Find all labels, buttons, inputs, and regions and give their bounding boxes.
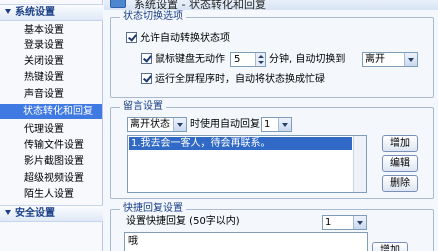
sidebar-group-security-settings[interactable]: 安全设置 bbox=[0, 205, 103, 222]
settings-content: 状态切换选项 允许自动转换状态项 鼠标键盘无动作 5 分钟, 自动切换到 离开 … bbox=[104, 10, 438, 251]
sidebar-item-super-video[interactable]: 超级视频设置 bbox=[0, 171, 102, 186]
idle-status-value: 离开 bbox=[365, 54, 385, 65]
fullscreen-busy-checkbox[interactable] bbox=[141, 73, 152, 84]
auto-switch-option[interactable]: 允许自动转换状态项 bbox=[126, 32, 230, 46]
chevron-down-icon[interactable] bbox=[353, 216, 366, 229]
message-settings-legend: 留言设置 bbox=[120, 101, 166, 113]
spin-down-icon[interactable] bbox=[258, 61, 264, 64]
sidebar-item-proxy[interactable]: 代理设置 bbox=[0, 122, 102, 137]
sidebar-group-label: 安全设置 bbox=[15, 208, 55, 219]
collapse-arrow-icon bbox=[5, 210, 11, 215]
chevron-down-icon[interactable] bbox=[173, 118, 186, 131]
idle-label-before: 鼠标键盘无动作 bbox=[155, 54, 225, 65]
quick-reply-legend: 快捷回复设置 bbox=[120, 203, 186, 215]
fullscreen-busy-option[interactable]: 运行全屏程序时，自动将状态换成忙碌 bbox=[141, 73, 325, 87]
quick-reply-index-select[interactable]: 1 bbox=[322, 215, 367, 230]
idle-minutes-value: 5 bbox=[234, 54, 241, 65]
page-header: 系统设置 - 状态转化和回复 bbox=[104, 0, 438, 10]
idle-switch-option[interactable]: 鼠标键盘无动作 bbox=[141, 53, 225, 67]
message-reply-index-select[interactable]: 1 bbox=[261, 117, 292, 132]
auto-switch-checkbox[interactable] bbox=[126, 32, 137, 43]
idle-status-select[interactable]: 离开 bbox=[362, 52, 418, 67]
sidebar-group-label: 系统设置 bbox=[15, 7, 55, 18]
idle-switch-checkbox[interactable] bbox=[141, 53, 152, 64]
message-status-select[interactable]: 离开状态 bbox=[127, 117, 187, 132]
settings-icon bbox=[110, 0, 126, 8]
auto-switch-label: 允许自动转换状态项 bbox=[140, 33, 230, 44]
message-status-value: 离开状态 bbox=[130, 119, 170, 130]
sidebar-item-status-reply[interactable]: 状态转化和回复 bbox=[0, 104, 102, 119]
settings-sidebar: 系统设置 基本设置 登录设置 关闭设置 热键设置 声音设置 状态转化和回复 代理… bbox=[0, 0, 103, 251]
sidebar-item-stranger[interactable]: 陌生人设置 bbox=[0, 187, 102, 202]
chevron-down-icon[interactable] bbox=[278, 118, 291, 131]
quick-reply-text: 哦 bbox=[128, 236, 138, 247]
quick-reply-index-value: 1 bbox=[325, 217, 332, 228]
sidebar-group-system-settings[interactable]: 系统设置 bbox=[0, 4, 103, 21]
delete-reply-button[interactable]: 删除 bbox=[382, 175, 418, 192]
sidebar-item-hotkey[interactable]: 热键设置 bbox=[0, 70, 102, 85]
chevron-down-icon[interactable] bbox=[404, 53, 417, 66]
status-switch-legend: 状态切换选项 bbox=[120, 11, 186, 23]
list-item[interactable]: 1.我去会一客人，待会再联系。 bbox=[129, 137, 352, 150]
idle-minutes-spinner[interactable]: 5 bbox=[230, 52, 266, 67]
sidebar-item-close[interactable]: 关闭设置 bbox=[0, 54, 102, 69]
sidebar-item-sound[interactable]: 声音设置 bbox=[0, 87, 102, 102]
add-reply-button[interactable]: 增加 bbox=[382, 135, 418, 152]
sidebar-item-basic[interactable]: 基本设置 bbox=[0, 23, 102, 38]
sidebar-item-movie-screenshot[interactable]: 影片截图设置 bbox=[0, 154, 102, 169]
add-quick-reply-button[interactable]: 增加 bbox=[372, 242, 408, 251]
quick-reply-text-input[interactable]: 哦 bbox=[124, 232, 368, 251]
sidebar-item-file-transfer[interactable]: 传输文件设置 bbox=[0, 138, 102, 153]
page-title: 系统设置 - 状态转化和回复 bbox=[134, 0, 266, 10]
sidebar-item-login[interactable]: 登录设置 bbox=[0, 38, 102, 53]
auto-reply-when-label: 时使用自动回复 bbox=[190, 119, 260, 130]
collapse-arrow-icon bbox=[5, 9, 11, 14]
spin-up-icon[interactable] bbox=[258, 55, 264, 58]
quick-reply-label: 设置快捷回复 (50字以内) bbox=[126, 216, 240, 227]
message-reply-index-value: 1 bbox=[264, 119, 271, 130]
idle-label-after: 分钟, 自动切换到 bbox=[269, 54, 346, 65]
spinner-buttons[interactable] bbox=[255, 53, 265, 66]
edit-reply-button[interactable]: 编辑 bbox=[382, 155, 418, 172]
list-scrollbar[interactable] bbox=[353, 136, 366, 192]
reply-message-list[interactable]: 1.我去会一客人，待会再联系。 bbox=[127, 135, 367, 193]
fullscreen-busy-label: 运行全屏程序时，自动将状态换成忙碌 bbox=[155, 74, 325, 85]
